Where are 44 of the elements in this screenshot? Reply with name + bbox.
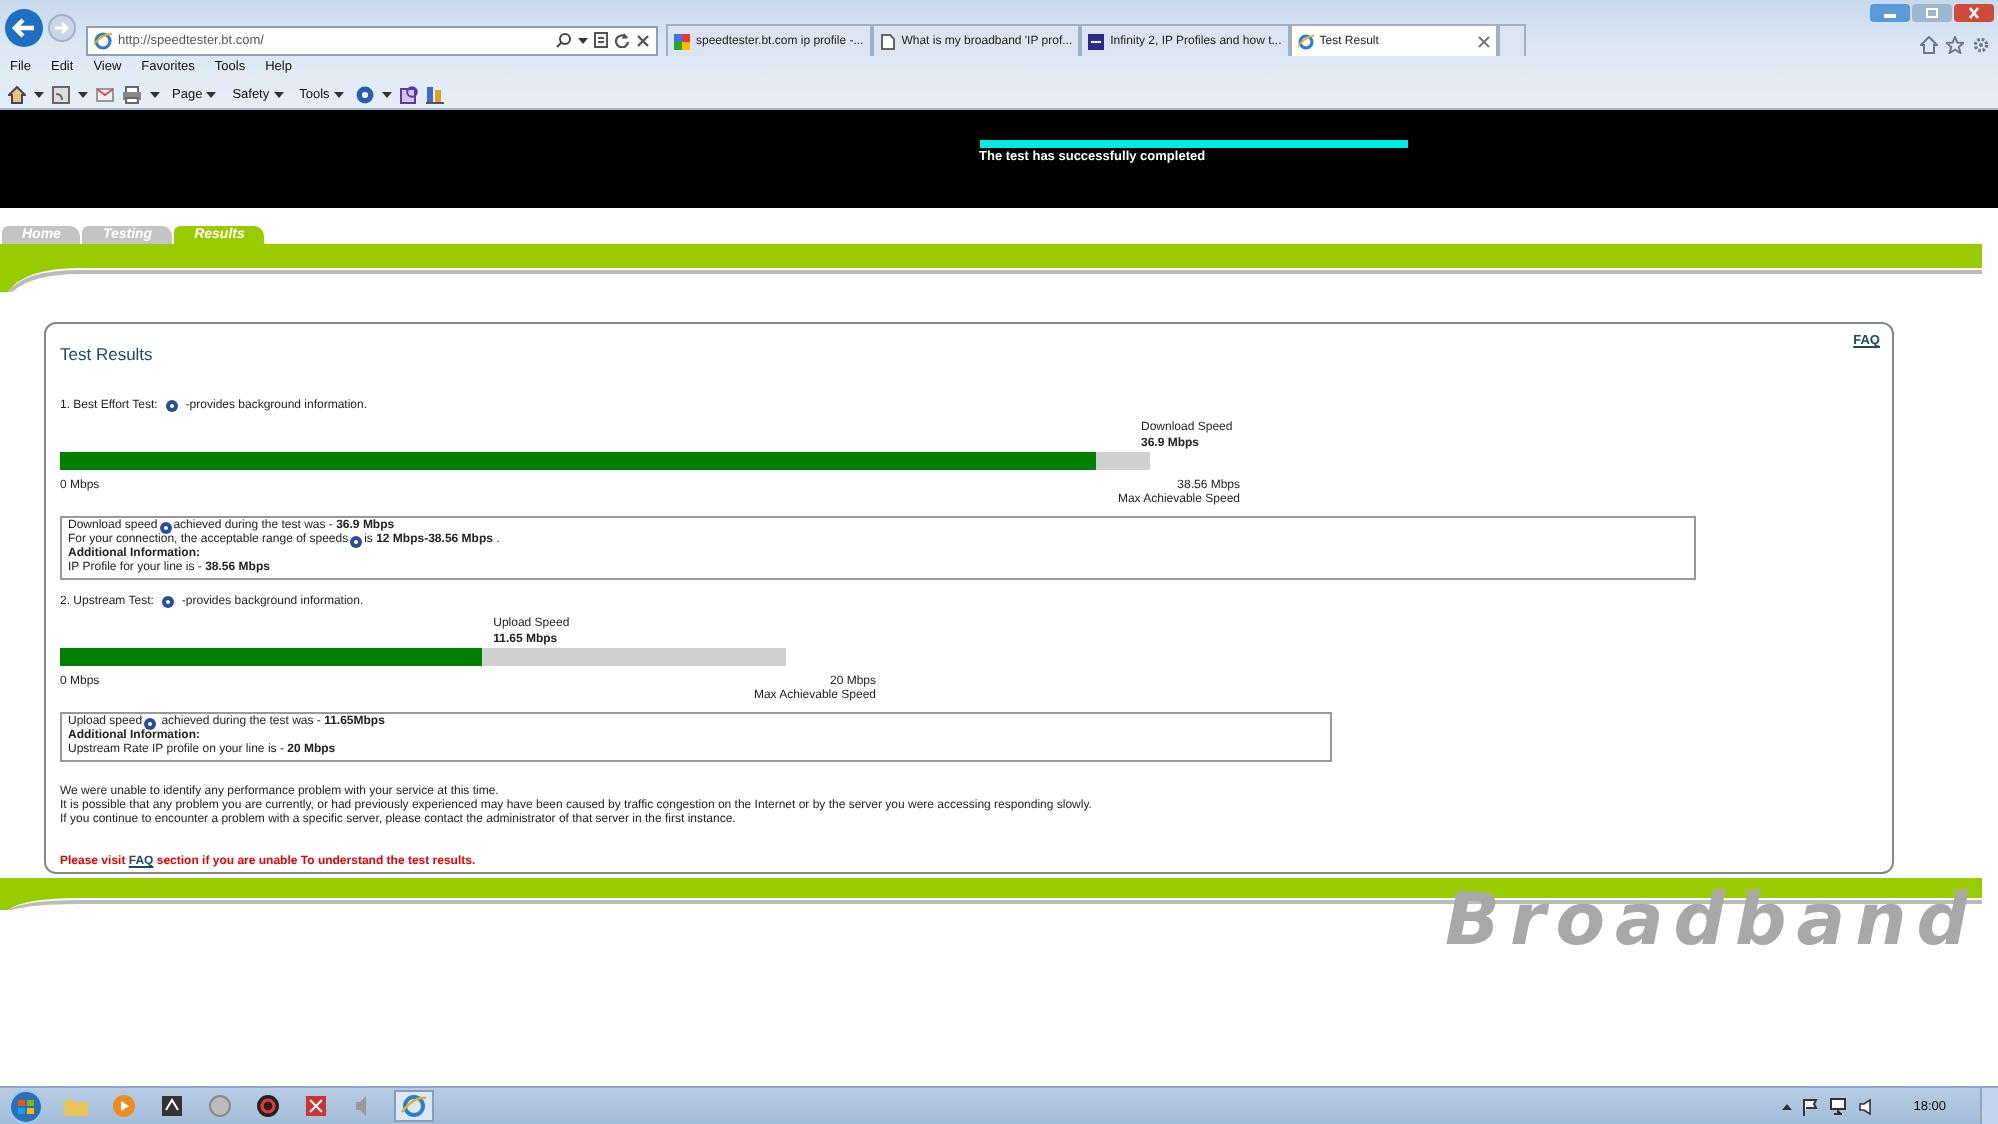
caret-icon[interactable] — [381, 91, 392, 97]
settings-icon[interactable] — [1972, 36, 1990, 54]
help-icon[interactable] — [161, 596, 174, 608]
home-icon[interactable] — [1920, 36, 1938, 54]
help-icon[interactable] — [350, 535, 363, 547]
app-icon[interactable] — [158, 1092, 186, 1120]
caret-icon[interactable] — [78, 91, 88, 97]
caret-icon[interactable] — [578, 37, 588, 43]
caret-icon[interactable] — [150, 91, 160, 97]
minimize-icon[interactable] — [1870, 4, 1910, 22]
ie-icon — [400, 1092, 428, 1120]
bt-favicon — [1088, 33, 1105, 49]
home-icon[interactable] — [8, 85, 26, 103]
taskbar-button[interactable] — [394, 1090, 434, 1122]
start-button-icon[interactable] — [6, 1089, 46, 1123]
help-icon[interactable] — [159, 521, 172, 533]
star-icon[interactable] — [1946, 36, 1964, 54]
flag-icon[interactable] — [1801, 1097, 1820, 1115]
caret-icon — [206, 91, 217, 97]
ie-icon — [94, 31, 112, 49]
back-icon[interactable] — [4, 8, 44, 48]
caret-icon[interactable] — [34, 91, 44, 97]
caret-icon — [333, 91, 344, 97]
caret-up-icon[interactable] — [1781, 1103, 1792, 1109]
caret-icon — [273, 91, 284, 97]
help-icon[interactable] — [355, 85, 374, 103]
speaker-icon[interactable] — [1857, 1097, 1876, 1115]
help-icon[interactable] — [165, 400, 178, 412]
close-icon[interactable] — [1954, 4, 1994, 22]
printer-icon[interactable] — [122, 85, 142, 103]
mail-icon[interactable] — [96, 87, 114, 101]
ie-icon — [1297, 33, 1314, 49]
feeds-icon[interactable] — [52, 85, 70, 103]
search-icon[interactable] — [556, 32, 572, 48]
page-icon — [879, 33, 896, 49]
network-icon[interactable] — [1829, 1097, 1848, 1115]
brand-wordmark: Broadband — [1445, 886, 1978, 958]
panel-title: Test Results — [60, 344, 153, 364]
app-icon[interactable] — [254, 1092, 282, 1120]
refresh-icon[interactable] — [614, 32, 630, 48]
close-icon[interactable] — [1477, 35, 1490, 47]
close-icon[interactable] — [636, 33, 650, 47]
help-icon[interactable] — [144, 717, 157, 729]
google-favicon — [674, 33, 690, 49]
